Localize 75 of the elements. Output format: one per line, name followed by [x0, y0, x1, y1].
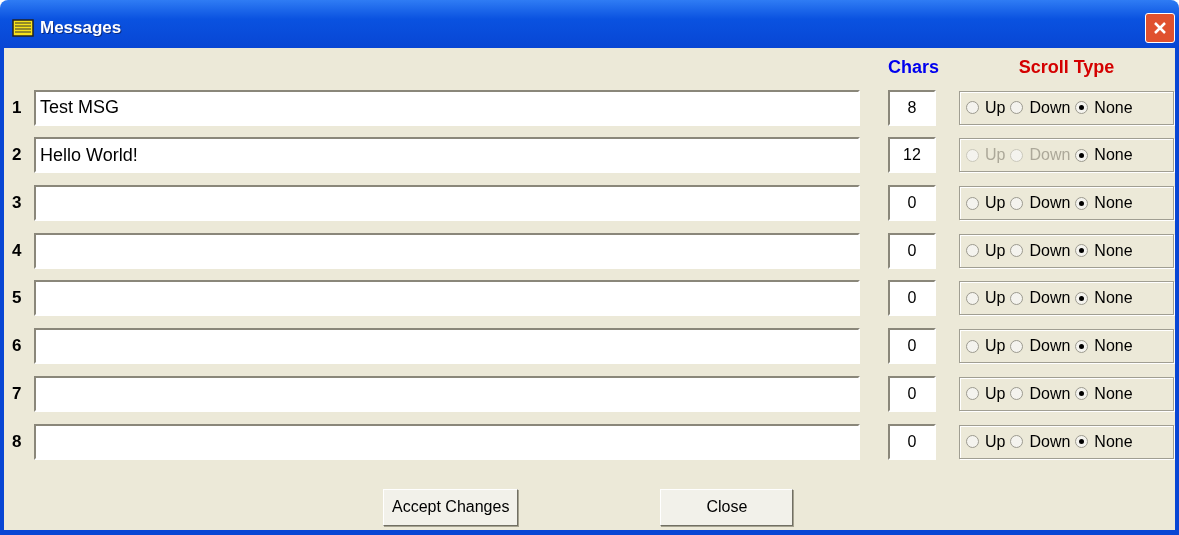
scroll-option[interactable]: Down — [1010, 289, 1071, 308]
scroll-option[interactable]: Up — [966, 289, 1006, 308]
radio-button[interactable] — [1010, 291, 1024, 305]
chars-field[interactable]: 0 — [888, 328, 936, 365]
radio-button[interactable] — [966, 435, 979, 448]
row-number: 1 — [12, 97, 23, 118]
scroll-option[interactable]: None — [1075, 194, 1133, 213]
close-button[interactable] — [1145, 13, 1175, 43]
window-icon — [12, 19, 34, 37]
radio-button[interactable] — [1010, 244, 1024, 258]
radio-button[interactable] — [966, 291, 979, 305]
message-field[interactable] — [34, 375, 860, 412]
scroll-option[interactable]: Up — [966, 241, 1006, 260]
radio-button[interactable] — [1075, 339, 1089, 353]
row-number: 2 — [12, 145, 23, 166]
scroll-option[interactable]: Up — [966, 194, 1006, 213]
message-field[interactable] — [34, 423, 860, 460]
scroll-option[interactable]: Down — [1010, 337, 1071, 356]
chars-field[interactable]: 0 — [888, 185, 936, 222]
radio-button[interactable] — [1010, 387, 1024, 401]
scroll-option[interactable]: Up — [966, 432, 1006, 451]
row-number: 3 — [12, 193, 23, 214]
message-field[interactable] — [34, 328, 860, 365]
scroll-option[interactable]: None — [1075, 98, 1133, 117]
close-icon — [1152, 20, 1168, 36]
message-field[interactable] — [34, 232, 860, 269]
message-field[interactable]: Hello World! — [34, 137, 860, 174]
row-number: 6 — [12, 336, 23, 357]
message-field[interactable] — [34, 280, 860, 317]
scroll-option[interactable]: None — [1075, 432, 1133, 451]
radio-button[interactable] — [1010, 339, 1024, 353]
radio-button[interactable] — [1010, 196, 1024, 210]
window-title: Messages — [40, 18, 123, 38]
row-number: 5 — [12, 288, 23, 309]
radio-button[interactable] — [1075, 101, 1089, 115]
scroll-option[interactable]: Down — [1010, 194, 1071, 213]
dialog-button[interactable]: Close — [660, 488, 794, 526]
scroll-option[interactable]: Down — [1010, 98, 1071, 117]
radio-button[interactable] — [966, 339, 979, 353]
message-field[interactable] — [34, 185, 860, 222]
radio-button[interactable] — [1010, 101, 1024, 115]
radio-button[interactable] — [1075, 196, 1089, 210]
scroll-option[interactable]: None — [1075, 384, 1133, 403]
message-field[interactable]: Test MSG — [34, 89, 860, 126]
chars-field[interactable]: 0 — [888, 232, 936, 269]
radio-button[interactable] — [1075, 291, 1089, 305]
scroll-option[interactable]: Up — [966, 337, 1006, 356]
radio-button[interactable] — [966, 387, 979, 401]
scroll-option[interactable]: None — [1075, 241, 1133, 260]
radio-button[interactable] — [1075, 148, 1089, 162]
scroll-option[interactable]: Up — [966, 98, 1006, 117]
radio-button[interactable] — [966, 101, 979, 115]
radio-button[interactable] — [1075, 244, 1089, 258]
scroll-option[interactable]: Down — [1010, 241, 1071, 260]
chars-field[interactable]: 8 — [888, 89, 936, 126]
radio-button[interactable] — [1075, 435, 1089, 448]
scroll-option[interactable]: None — [1075, 337, 1133, 356]
row-number: 8 — [12, 431, 23, 452]
row-number: 4 — [12, 240, 23, 261]
chars-field[interactable]: 0 — [888, 375, 936, 412]
radio-button[interactable] — [1010, 435, 1024, 448]
scroll-option[interactable]: None — [1075, 289, 1133, 308]
chars-field[interactable]: 0 — [888, 280, 936, 317]
scroll-option[interactable]: Down — [1010, 384, 1071, 403]
radio-button[interactable] — [966, 196, 979, 210]
scroll-option[interactable]: Up — [966, 384, 1006, 403]
scroll-option[interactable]: None — [1075, 146, 1133, 165]
radio-button[interactable] — [1075, 387, 1089, 401]
row-number: 7 — [12, 383, 23, 404]
radio-button[interactable] — [966, 244, 979, 258]
column-header: Scroll Type — [1017, 57, 1116, 78]
chars-field[interactable]: 0 — [888, 423, 936, 460]
scroll-option[interactable]: Down — [1010, 432, 1071, 451]
chars-field[interactable]: 12 — [888, 137, 936, 174]
dialog-button[interactable]: Accept Changes — [383, 488, 519, 526]
